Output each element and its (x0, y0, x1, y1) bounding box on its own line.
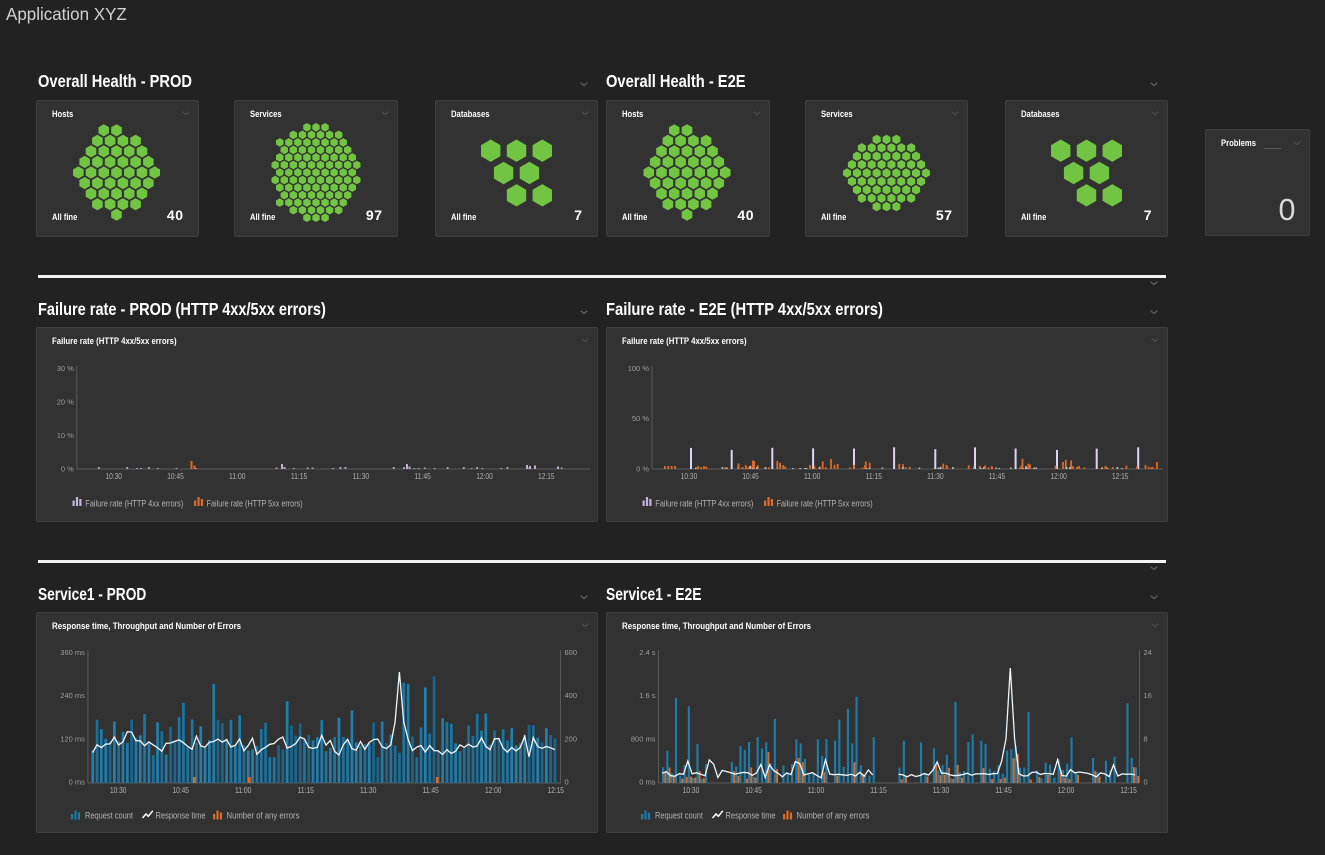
svg-text:11:00: 11:00 (229, 472, 246, 481)
svg-text:12:15: 12:15 (1120, 786, 1137, 795)
svg-text:0 %: 0 % (636, 464, 649, 473)
svg-text:11:30: 11:30 (353, 472, 370, 481)
svg-text:12:15: 12:15 (1111, 472, 1128, 481)
svg-text:11:45: 11:45 (422, 786, 439, 795)
svg-text:Response time: Response time (725, 810, 775, 821)
svg-text:11:45: 11:45 (995, 786, 1012, 795)
svg-text:11:15: 11:15 (865, 472, 882, 481)
svg-text:10:30: 10:30 (680, 472, 697, 481)
svg-text:11:00: 11:00 (807, 786, 824, 795)
svg-text:10:30: 10:30 (110, 786, 127, 795)
svg-text:Number of any errors: Number of any errors (227, 810, 300, 821)
svg-text:11:00: 11:00 (235, 786, 252, 795)
svg-text:200: 200 (565, 734, 578, 743)
svg-text:10:30: 10:30 (105, 472, 122, 481)
svg-text:Failure rate (HTTP 5xx errors): Failure rate (HTTP 5xx errors) (776, 498, 872, 509)
svg-text:20 %: 20 % (57, 397, 74, 406)
svg-text:360 ms: 360 ms (60, 647, 85, 656)
svg-text:11:45: 11:45 (414, 472, 431, 481)
svg-text:8: 8 (1143, 734, 1147, 743)
svg-text:10 %: 10 % (57, 431, 74, 440)
svg-text:11:15: 11:15 (870, 786, 887, 795)
svg-text:Number of any errors: Number of any errors (796, 810, 869, 821)
svg-text:12:15: 12:15 (547, 786, 564, 795)
svg-text:24: 24 (1143, 647, 1151, 656)
svg-text:11:30: 11:30 (932, 786, 949, 795)
svg-text:12:00: 12:00 (1057, 786, 1074, 795)
svg-text:1.6 s: 1.6 s (639, 691, 656, 700)
svg-text:Request count: Request count (85, 810, 133, 821)
svg-text:240 ms: 240 ms (60, 691, 85, 700)
svg-text:0 %: 0 % (61, 464, 74, 473)
svg-text:10:45: 10:45 (742, 472, 759, 481)
svg-text:0: 0 (1143, 777, 1147, 786)
svg-text:10:45: 10:45 (167, 472, 184, 481)
svg-text:11:45: 11:45 (988, 472, 1005, 481)
svg-text:0 ms: 0 ms (639, 777, 656, 786)
svg-text:Response time: Response time (156, 810, 206, 821)
svg-text:11:30: 11:30 (360, 786, 377, 795)
svg-text:Failure rate (HTTP 4xx errors): Failure rate (HTTP 4xx errors) (655, 498, 753, 509)
svg-text:16: 16 (1143, 691, 1151, 700)
svg-text:800 ms: 800 ms (630, 734, 655, 743)
svg-text:12:00: 12:00 (1050, 472, 1067, 481)
svg-text:12:00: 12:00 (476, 472, 493, 481)
svg-text:600: 600 (565, 647, 578, 656)
svg-text:0: 0 (565, 777, 569, 786)
svg-text:Failure rate (HTTP 4xx errors): Failure rate (HTTP 4xx errors) (85, 498, 183, 509)
svg-text:10:45: 10:45 (745, 786, 762, 795)
svg-text:11:15: 11:15 (297, 786, 314, 795)
svg-text:0 ms: 0 ms (69, 777, 86, 786)
svg-text:400: 400 (565, 691, 578, 700)
svg-text:120 ms: 120 ms (60, 734, 85, 743)
svg-text:11:30: 11:30 (927, 472, 944, 481)
svg-text:2.4 s: 2.4 s (639, 647, 656, 656)
svg-text:Failure rate (HTTP 5xx errors): Failure rate (HTTP 5xx errors) (207, 498, 303, 509)
svg-text:50 %: 50 % (631, 414, 648, 423)
svg-text:11:00: 11:00 (803, 472, 820, 481)
svg-text:30 %: 30 % (57, 364, 74, 373)
svg-text:10:30: 10:30 (682, 786, 699, 795)
svg-text:Request count: Request count (655, 810, 703, 821)
svg-text:12:15: 12:15 (538, 472, 555, 481)
svg-text:12:00: 12:00 (485, 786, 502, 795)
svg-text:10:45: 10:45 (172, 786, 189, 795)
svg-text:11:15: 11:15 (291, 472, 308, 481)
svg-text:100 %: 100 % (627, 364, 649, 373)
